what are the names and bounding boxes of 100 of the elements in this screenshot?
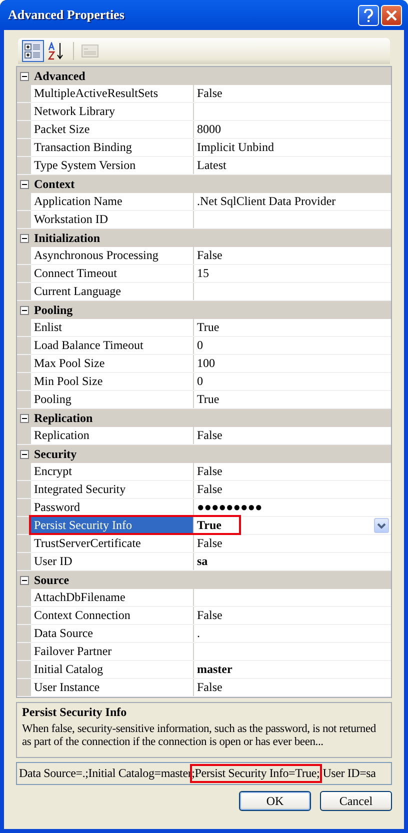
property-name[interactable]: Transaction Binding [31, 139, 194, 156]
property-name[interactable]: Replication [31, 427, 194, 444]
property-name[interactable]: Enlist [31, 319, 194, 336]
category-header[interactable]: Security [34, 446, 77, 462]
property-row[interactable]: MultipleActiveResultSets False [17, 85, 391, 103]
property-name[interactable]: AttachDbFilename [31, 589, 194, 606]
property-row[interactable]: Integrated Security False [17, 481, 391, 499]
property-name[interactable]: Password [31, 499, 194, 516]
property-value: . [197, 625, 200, 642]
property-row[interactable]: Encrypt False [17, 463, 391, 481]
property-name[interactable]: User Instance [31, 679, 194, 696]
property-row[interactable]: Transaction Binding Implicit Unbind [17, 139, 391, 157]
property-name[interactable]: Current Language [31, 283, 194, 300]
property-name[interactable]: Encrypt [31, 463, 194, 480]
property-value: Latest [197, 157, 226, 174]
collapse-icon[interactable] [20, 234, 29, 242]
property-name[interactable]: Persist Security Info [31, 517, 194, 534]
property-name[interactable]: Packet Size [31, 121, 194, 138]
property-value: 15 [197, 265, 209, 282]
property-row[interactable]: Data Source . [17, 625, 391, 643]
property-row[interactable]: Failover Partner [17, 643, 391, 661]
property-name[interactable]: Failover Partner [31, 643, 194, 660]
property-name[interactable]: User ID [31, 553, 194, 570]
property-value: 0 [197, 373, 203, 390]
property-name[interactable]: Integrated Security [31, 481, 194, 498]
help-button[interactable] [358, 4, 379, 26]
property-row[interactable]: Packet Size 8000 [17, 121, 391, 139]
category-header[interactable]: Source [34, 572, 70, 588]
close-button[interactable] [381, 4, 402, 26]
property-row[interactable]: Max Pool Size 100 [17, 355, 391, 373]
property-name[interactable]: MultipleActiveResultSets [31, 85, 194, 102]
property-row[interactable]: Min Pool Size 0 [17, 373, 391, 391]
dialog-button[interactable]: Cancel [320, 791, 392, 811]
close-icon [386, 10, 397, 20]
dropdown-button[interactable] [374, 518, 389, 533]
property-name[interactable]: Initial Catalog [31, 661, 194, 678]
property-row[interactable]: Replication False [17, 427, 391, 445]
property-value: False [197, 481, 222, 498]
property-value: 0 [197, 337, 203, 354]
property-name[interactable]: Pooling [31, 391, 194, 408]
property-name[interactable]: Context Connection [31, 607, 194, 624]
property-name[interactable]: Data Source [31, 625, 194, 642]
property-value: False [197, 607, 222, 624]
categorized-view-icon [24, 42, 42, 60]
property-row[interactable]: Workstation ID [17, 211, 391, 229]
property-row[interactable]: Application Name .Net SqlClient Data Provider [17, 193, 391, 211]
property-value: Implicit Unbind [197, 139, 274, 156]
property-name[interactable]: Type System Version [31, 157, 194, 174]
property-name[interactable]: Load Balance Timeout [31, 337, 194, 354]
property-value: sa [197, 553, 208, 570]
property-row[interactable]: AttachDbFilename [17, 589, 391, 607]
property-value: True [197, 517, 222, 534]
property-name[interactable]: Connect Timeout [31, 265, 194, 282]
property-row[interactable]: User ID sa [17, 553, 391, 571]
dialog-button[interactable]: OK [239, 791, 311, 811]
property-row[interactable]: Context Connection False [17, 607, 391, 625]
property-row[interactable]: Enlist True [17, 319, 391, 337]
property-row[interactable]: User Instance False [17, 679, 391, 697]
property-name[interactable]: Application Name [31, 193, 194, 210]
property-name[interactable]: Network Library [31, 103, 194, 120]
collapse-icon[interactable] [20, 450, 29, 458]
category-header[interactable]: Context [34, 176, 75, 192]
property-value: master [197, 661, 232, 678]
property-row[interactable]: Current Language [17, 283, 391, 301]
category-header[interactable]: Replication [34, 410, 93, 426]
property-row[interactable]: TrustServerCertificate False [17, 535, 391, 553]
property-row[interactable]: Pooling True [17, 391, 391, 409]
description-text: When false, security-sensitive information, such as the password, is not returned as part of the connection if the connection is open or has ever been... [22, 723, 377, 749]
window-title: Advanced Properties [8, 7, 126, 23]
collapse-icon[interactable] [20, 414, 29, 422]
property-value: False [197, 463, 222, 480]
property-row[interactable]: Network Library [17, 103, 391, 121]
property-value: 100 [197, 355, 215, 372]
property-value: False [197, 679, 222, 696]
category-header[interactable]: Pooling [34, 302, 73, 318]
category-header[interactable]: Advanced [34, 68, 86, 84]
toolbar-button[interactable] [22, 40, 44, 62]
property-row[interactable]: Asynchronous Processing False [17, 247, 391, 265]
property-row[interactable]: Type System Version Latest [17, 157, 391, 175]
description-title: Persist Security Info [22, 705, 128, 720]
property-name[interactable]: Min Pool Size [31, 373, 194, 390]
property-row[interactable]: Initial Catalog master [17, 661, 391, 679]
property-row[interactable]: Password ●●●●●●●●● [17, 499, 391, 517]
collapse-icon[interactable] [20, 180, 29, 188]
property-name[interactable]: TrustServerCertificate [31, 535, 194, 552]
property-value: False [197, 535, 222, 552]
property-name[interactable]: Max Pool Size [31, 355, 194, 372]
collapse-icon[interactable] [20, 72, 29, 80]
help-icon [364, 8, 373, 22]
connection-string-field[interactable]: Data Source=.;Initial Catalog=master;Persist Security Info=True; User ID=sa [16, 762, 392, 785]
property-pages-icon [81, 42, 99, 60]
collapse-icon[interactable] [20, 306, 29, 314]
property-row[interactable]: Connect Timeout 15 [17, 265, 391, 283]
property-name[interactable]: Asynchronous Processing [31, 247, 194, 264]
collapse-icon[interactable] [20, 576, 29, 584]
property-value: False [197, 85, 222, 102]
category-header[interactable]: Initialization [34, 230, 100, 246]
property-row[interactable]: Load Balance Timeout 0 [17, 337, 391, 355]
property-row[interactable]: Persist Security Info True [17, 517, 391, 535]
property-name[interactable]: Workstation ID [31, 211, 194, 228]
